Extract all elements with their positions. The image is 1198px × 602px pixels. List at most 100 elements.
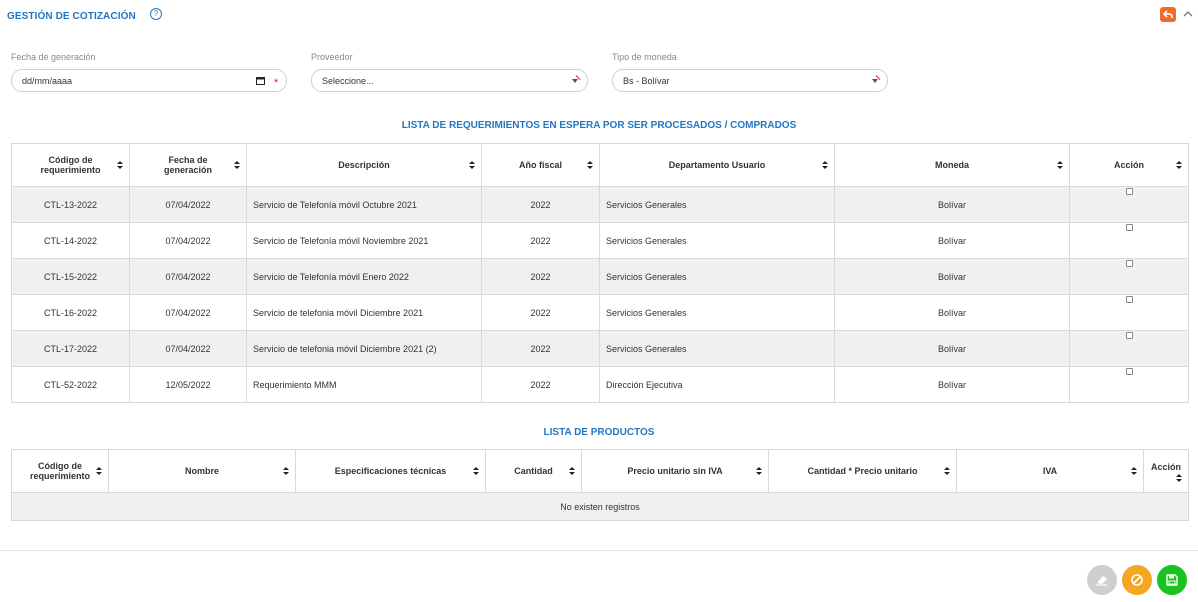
cell-moneda: Bolívar bbox=[834, 330, 1070, 367]
sort-icon[interactable] bbox=[1176, 161, 1182, 169]
cell-descripcion: Servicio de Telefonía móvil Noviembre 20… bbox=[246, 222, 482, 259]
col-header-anio[interactable]: Año fiscal bbox=[481, 143, 600, 187]
col-header-descripcion[interactable]: Descripción bbox=[246, 143, 482, 187]
proveedor-label: Proveedor bbox=[311, 52, 353, 62]
proveedor-value: Seleccione... bbox=[322, 76, 374, 86]
cell-descripcion: Servicio de Telefonía móvil Octubre 2021 bbox=[246, 186, 482, 223]
cell-codigo: CTL-52-2022 bbox=[11, 366, 130, 403]
row-checkbox[interactable] bbox=[1125, 367, 1133, 375]
col-header-iva[interactable]: IVA bbox=[956, 449, 1144, 493]
footer-divider bbox=[0, 550, 1198, 551]
cell-departamento: Servicios Generales bbox=[599, 222, 835, 259]
help-icon[interactable]: ? bbox=[150, 8, 162, 20]
cell-departamento: Servicios Generales bbox=[599, 258, 835, 295]
sort-icon[interactable] bbox=[1057, 161, 1063, 169]
cell-anio: 2022 bbox=[481, 222, 600, 259]
col-header-codigo[interactable]: Código de requerimiento bbox=[11, 143, 130, 187]
col-header-moneda[interactable]: Moneda bbox=[834, 143, 1070, 187]
page-header: GESTIÓN DE COTIZACIÓN ? bbox=[0, 0, 1198, 32]
sort-icon[interactable] bbox=[1176, 474, 1182, 482]
save-button[interactable] bbox=[1157, 565, 1187, 595]
row-checkbox[interactable] bbox=[1125, 223, 1133, 231]
cell-departamento: Servicios Generales bbox=[599, 294, 835, 331]
sort-icon[interactable] bbox=[569, 467, 575, 475]
productos-table: Código de requerimiento Nombre Especific… bbox=[11, 449, 1189, 521]
table-row: CTL-16-2022 07/04/2022 Servicio de telef… bbox=[11, 294, 1189, 331]
cell-departamento: Servicios Generales bbox=[599, 330, 835, 367]
cell-moneda: Bolívar bbox=[834, 366, 1070, 403]
row-checkbox[interactable] bbox=[1125, 259, 1133, 267]
sort-icon[interactable] bbox=[587, 161, 593, 169]
cell-anio: 2022 bbox=[481, 330, 600, 367]
moneda-select[interactable]: Bs - Bolívar bbox=[612, 69, 888, 92]
col-header-fecha[interactable]: Fecha de generación bbox=[129, 143, 247, 187]
undo-icon bbox=[1163, 10, 1173, 18]
table-row: CTL-14-2022 07/04/2022 Servicio de Telef… bbox=[11, 222, 1189, 259]
cell-moneda: Bolívar bbox=[834, 258, 1070, 295]
sort-icon[interactable] bbox=[234, 161, 240, 169]
cell-anio: 2022 bbox=[481, 294, 600, 331]
fecha-input[interactable]: dd/mm/aaaa bbox=[11, 69, 287, 92]
table-header-row: Código de requerimiento Fecha de generac… bbox=[11, 143, 1189, 187]
eraser-icon bbox=[1096, 576, 1107, 586]
proveedor-select[interactable]: Seleccione... bbox=[311, 69, 588, 92]
moneda-label: Tipo de moneda bbox=[612, 52, 677, 62]
row-checkbox[interactable] bbox=[1125, 187, 1133, 195]
clear-button[interactable] bbox=[1087, 565, 1117, 595]
cell-descripcion: Servicio de telefonia móvil Diciembre 20… bbox=[246, 294, 482, 331]
chevron-up-icon[interactable] bbox=[1182, 8, 1194, 20]
table-header-row: Código de requerimiento Nombre Especific… bbox=[11, 449, 1189, 493]
col-header-especificaciones[interactable]: Especificaciones técnicas bbox=[295, 449, 486, 493]
cell-descripcion: Requerimiento MMM bbox=[246, 366, 482, 403]
required-mark: * bbox=[274, 77, 279, 89]
col-header-codigo[interactable]: Código de requerimiento bbox=[11, 449, 109, 493]
col-header-total[interactable]: Cantidad * Precio unitario bbox=[768, 449, 957, 493]
cell-moneda: Bolívar bbox=[834, 186, 1070, 223]
cell-moneda: Bolívar bbox=[834, 222, 1070, 259]
calendar-icon[interactable] bbox=[256, 76, 265, 85]
cell-fecha: 12/05/2022 bbox=[129, 366, 247, 403]
col-header-accion[interactable]: Acción bbox=[1069, 143, 1189, 187]
sort-icon[interactable] bbox=[469, 161, 475, 169]
cell-descripcion: Servicio de Telefonía móvil Enero 2022 bbox=[246, 258, 482, 295]
cell-codigo: CTL-16-2022 bbox=[11, 294, 130, 331]
cell-accion bbox=[1069, 366, 1189, 403]
col-header-precio[interactable]: Precio unitario sin IVA bbox=[581, 449, 769, 493]
sort-icon[interactable] bbox=[822, 161, 828, 169]
back-button[interactable] bbox=[1160, 7, 1176, 22]
cell-anio: 2022 bbox=[481, 186, 600, 223]
sort-icon[interactable] bbox=[96, 467, 102, 475]
col-header-nombre[interactable]: Nombre bbox=[108, 449, 296, 493]
cell-anio: 2022 bbox=[481, 258, 600, 295]
sort-icon[interactable] bbox=[283, 467, 289, 475]
cell-descripcion: Servicio de telefonia móvil Diciembre 20… bbox=[246, 330, 482, 367]
sort-icon[interactable] bbox=[473, 467, 479, 475]
row-checkbox[interactable] bbox=[1125, 295, 1133, 303]
cell-moneda: Bolívar bbox=[834, 294, 1070, 331]
fecha-label: Fecha de generación bbox=[11, 52, 96, 62]
cell-fecha: 07/04/2022 bbox=[129, 330, 247, 367]
dropdown-arrow-icon bbox=[572, 79, 578, 83]
moneda-value: Bs - Bolívar bbox=[623, 76, 670, 86]
cell-codigo: CTL-17-2022 bbox=[11, 330, 130, 367]
sort-icon[interactable] bbox=[944, 467, 950, 475]
col-header-accion[interactable]: Acción bbox=[1143, 449, 1189, 493]
cell-departamento: Servicios Generales bbox=[599, 186, 835, 223]
sort-icon[interactable] bbox=[1131, 467, 1137, 475]
sort-icon[interactable] bbox=[756, 467, 762, 475]
row-checkbox[interactable] bbox=[1125, 331, 1133, 339]
cancel-icon bbox=[1131, 574, 1143, 586]
page-title: GESTIÓN DE COTIZACIÓN bbox=[7, 11, 136, 22]
sort-icon[interactable] bbox=[117, 161, 123, 169]
cell-fecha: 07/04/2022 bbox=[129, 186, 247, 223]
cell-fecha: 07/04/2022 bbox=[129, 222, 247, 259]
cell-accion bbox=[1069, 186, 1189, 223]
requerimientos-table: Código de requerimiento Fecha de generac… bbox=[11, 143, 1189, 403]
cancel-button[interactable] bbox=[1122, 565, 1152, 595]
cell-accion bbox=[1069, 222, 1189, 259]
dropdown-arrow-icon bbox=[872, 79, 878, 83]
col-header-departamento[interactable]: Departamento Usuario bbox=[599, 143, 835, 187]
fecha-value: dd/mm/aaaa bbox=[22, 76, 73, 86]
cell-accion bbox=[1069, 294, 1189, 331]
col-header-cantidad[interactable]: Cantidad bbox=[485, 449, 582, 493]
